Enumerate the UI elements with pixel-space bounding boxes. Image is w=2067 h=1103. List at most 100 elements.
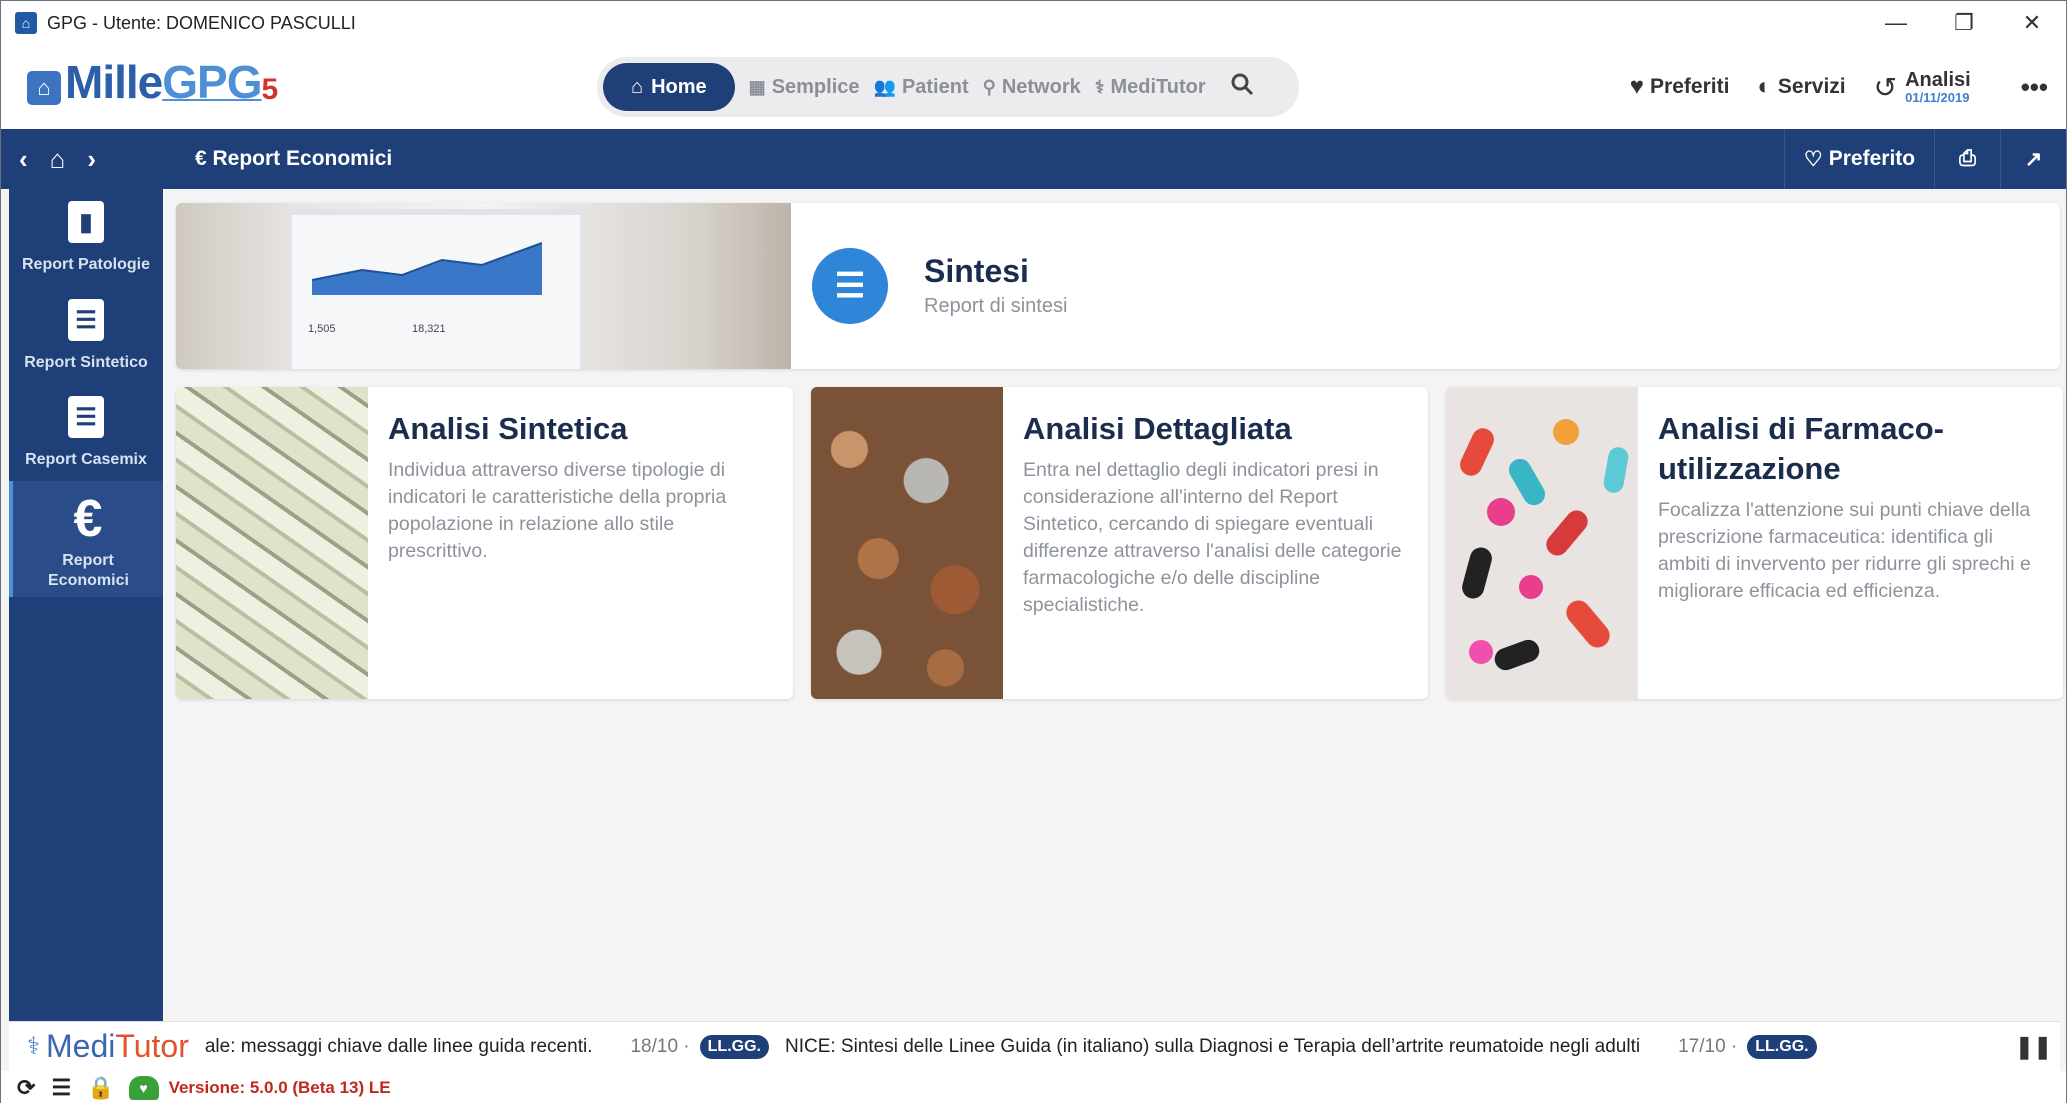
window-controls: — ❐ ✕ <box>1862 1 2066 45</box>
print-icon[interactable]: ⎙ <box>1934 129 2000 189</box>
ticker-message[interactable]: NICE: Sintesi delle Linee Guida (in ital… <box>785 1036 1640 1058</box>
meditutor-brand-medi: Medi <box>45 1028 116 1064</box>
card-analisi-sintetica[interactable]: Analisi Sintetica Individua attraverso d… <box>176 387 793 699</box>
money-photo <box>176 387 368 699</box>
main-nav: ⌂ Home ▦ Semplice 👥 Patient ⚲ Network ⚕ … <box>597 57 1299 117</box>
forward-arrow-icon[interactable]: › <box>87 144 96 175</box>
sidebar-item-label: Report Sintetico <box>24 354 148 371</box>
nav-semplice-label: Semplice <box>771 75 860 98</box>
back-arrow-icon[interactable]: ‹ <box>19 144 28 175</box>
area-chart-illustration <box>312 242 542 295</box>
window-title: GPG - Utente: DOMENICO PASCULLI <box>47 12 356 33</box>
subbar-actions: ♡ Preferito ⎙ ↗ <box>1784 129 2066 189</box>
users-icon: 👥 <box>873 76 896 97</box>
sintesi-title: Sintesi <box>924 253 1029 289</box>
minimize-button[interactable]: — <box>1862 1 1930 45</box>
home-nav-icon[interactable]: ⌂ <box>50 144 66 175</box>
heartbeat-icon[interactable]: ♥ <box>128 1075 159 1100</box>
sintesi-card[interactable]: 1,505 18,321 ☰ Sintesi Report di sintesi <box>176 203 2060 369</box>
preferito-button[interactable]: ♡ Preferito <box>1784 129 1934 189</box>
book-icon: ▮ <box>68 201 104 243</box>
status-bar: ⟳ ☰ 🔒 ♥ Versione: 5.0.0 (Beta 13) LE <box>1 1071 2066 1103</box>
card-title: Analisi Dettagliata <box>1023 411 1292 446</box>
network-icon: ⚲ <box>982 76 996 97</box>
grid-icon: ▦ <box>748 76 766 97</box>
sidebar-item-label: Report Casemix <box>25 451 147 468</box>
sidebar-item-label: Report Economici <box>48 552 129 589</box>
sidebar-item-report-patologie[interactable]: ▮ Report Patologie <box>9 201 163 275</box>
logo-text-gpg: GPG <box>162 56 262 108</box>
history-nav: ‹ ⌂ › <box>19 129 118 189</box>
analisi-label: Analisi <box>1905 68 1971 91</box>
card-description: Focalizza l'attenzione sui punti chiave … <box>1658 499 2031 602</box>
logo-text-mille: Mille <box>65 56 163 108</box>
menu-icon[interactable]: ☰ <box>51 1075 71 1101</box>
sidebar-item-report-casemix[interactable]: ☰ Report Casemix <box>9 396 163 470</box>
card-analisi-dettagliata[interactable]: Analisi Dettagliata Entra nel dettaglio … <box>811 387 1428 699</box>
servizi-button[interactable]: ◐ Servizi <box>1757 73 1845 101</box>
ticker-date: 17/10 · <box>1678 1035 1738 1057</box>
ticker-tag: LL.GG. <box>699 1034 769 1059</box>
ticker-tag: LL.GG. <box>1747 1034 1817 1059</box>
nav-network-label: Network <box>1001 75 1081 98</box>
sidebar-item-label: Report Patologie <box>21 256 150 273</box>
servizi-label: Servizi <box>1777 75 1846 98</box>
tablet-photo: 1,505 18,321 <box>176 203 791 369</box>
nav-network[interactable]: ⚲ Network <box>983 76 1081 99</box>
nav-home-label: Home <box>651 75 707 98</box>
breadcrumb-label: € Report Economici <box>195 147 393 170</box>
preferito-label: Preferito <box>1828 147 1916 170</box>
title-bar: ⌂ GPG - Utente: DOMENICO PASCULLI — ❐ ✕ <box>1 1 2066 45</box>
share-icon[interactable]: ↗ <box>2000 129 2066 189</box>
nav-patient[interactable]: 👥 Patient <box>874 76 969 99</box>
card-description: Individua attraverso diverse tipologie d… <box>388 459 727 562</box>
card-title: Analisi di Farmaco-utilizzazione <box>1658 411 1944 486</box>
preferiti-button[interactable]: ♥ Preferiti <box>1630 73 1730 101</box>
search-icon[interactable] <box>1230 72 1254 103</box>
sub-toolbar: ‹ ⌂ › € Report Economici ♡ Preferito ⎙ ↗ <box>1 129 2066 189</box>
pills-photo <box>1446 387 1638 699</box>
preferiti-label: Preferiti <box>1650 75 1730 98</box>
meditutor-logo[interactable]: ⚕ Medi Tutor <box>27 1028 189 1065</box>
clipboard-icon: ☰ <box>68 299 104 341</box>
heart-outline-icon: ♡ <box>1803 147 1823 171</box>
stethoscope-icon: ⚕ <box>1094 76 1105 97</box>
restore-button[interactable]: ❐ <box>1930 1 1998 45</box>
card-description: Entra nel dettaglio degli indicatori pre… <box>1023 459 1402 616</box>
pause-icon[interactable]: ❚❚ <box>2015 1034 2052 1060</box>
sidebar: ▮ Report Patologie ☰ Report Sintetico ☰ … <box>9 189 163 1021</box>
app-window: ⌂ GPG - Utente: DOMENICO PASCULLI — ❐ ✕ … <box>0 0 2067 1103</box>
sidebar-item-report-sintetico[interactable]: ☰ Report Sintetico <box>9 299 163 373</box>
coins-photo <box>811 387 1003 699</box>
pills-illustration <box>1460 419 1629 671</box>
stethoscope-icon: ⚕ <box>27 1033 40 1060</box>
sidebar-item-report-economici[interactable]: € Report Economici <box>9 481 163 597</box>
card-title: Analisi Sintetica <box>388 411 628 446</box>
euro-icon: € <box>73 490 103 548</box>
clipboard-icon: ☰ <box>812 248 888 324</box>
nav-patient-label: Patient <box>901 75 969 98</box>
nav-meditutor[interactable]: ⚕ MediTutor <box>1095 76 1206 99</box>
main-header: ⌂ Mille GPG 5 ⌂ Home ▦ Semplice 👥 Patien… <box>1 45 2066 129</box>
meditutor-brand-tutor: Tutor <box>115 1028 189 1064</box>
lock-icon[interactable]: 🔒 <box>87 1075 114 1101</box>
nav-meditutor-label: MediTutor <box>1110 75 1206 98</box>
tablet-image: 1,505 18,321 <box>286 209 586 369</box>
sintesi-subtitle: Report di sintesi <box>924 295 1068 317</box>
more-options-icon[interactable]: ••• <box>2021 72 2048 103</box>
version-label: Versione: 5.0.0 (Beta 13) LE <box>168 1077 391 1097</box>
breadcrumb: € Report Economici <box>195 129 392 189</box>
refresh-icon[interactable]: ⟳ <box>17 1075 35 1101</box>
nav-home[interactable]: ⌂ Home <box>603 63 735 111</box>
header-actions: ♥ Preferiti ◐ Servizi ↺ Analisi 01/11/20… <box>1630 45 2066 129</box>
app-icon: ⌂ <box>15 12 37 34</box>
home-icon: ⌂ <box>631 75 644 98</box>
history-icon: ↺ <box>1873 71 1898 103</box>
ticker-message[interactable]: ale: messaggi chiave dalle linee guida r… <box>205 1036 593 1058</box>
close-button[interactable]: ✕ <box>1998 1 2066 45</box>
millegpg-logo[interactable]: ⌂ Mille GPG 5 <box>27 59 278 105</box>
card-analisi-farmaco[interactable]: Analisi di Farmaco-utilizzazione Focaliz… <box>1446 387 2063 699</box>
logo-mark-icon: ⌂ <box>27 71 61 105</box>
nav-semplice[interactable]: ▦ Semplice <box>749 76 860 99</box>
analisi-button[interactable]: ↺ Analisi 01/11/2019 <box>1874 70 1971 105</box>
